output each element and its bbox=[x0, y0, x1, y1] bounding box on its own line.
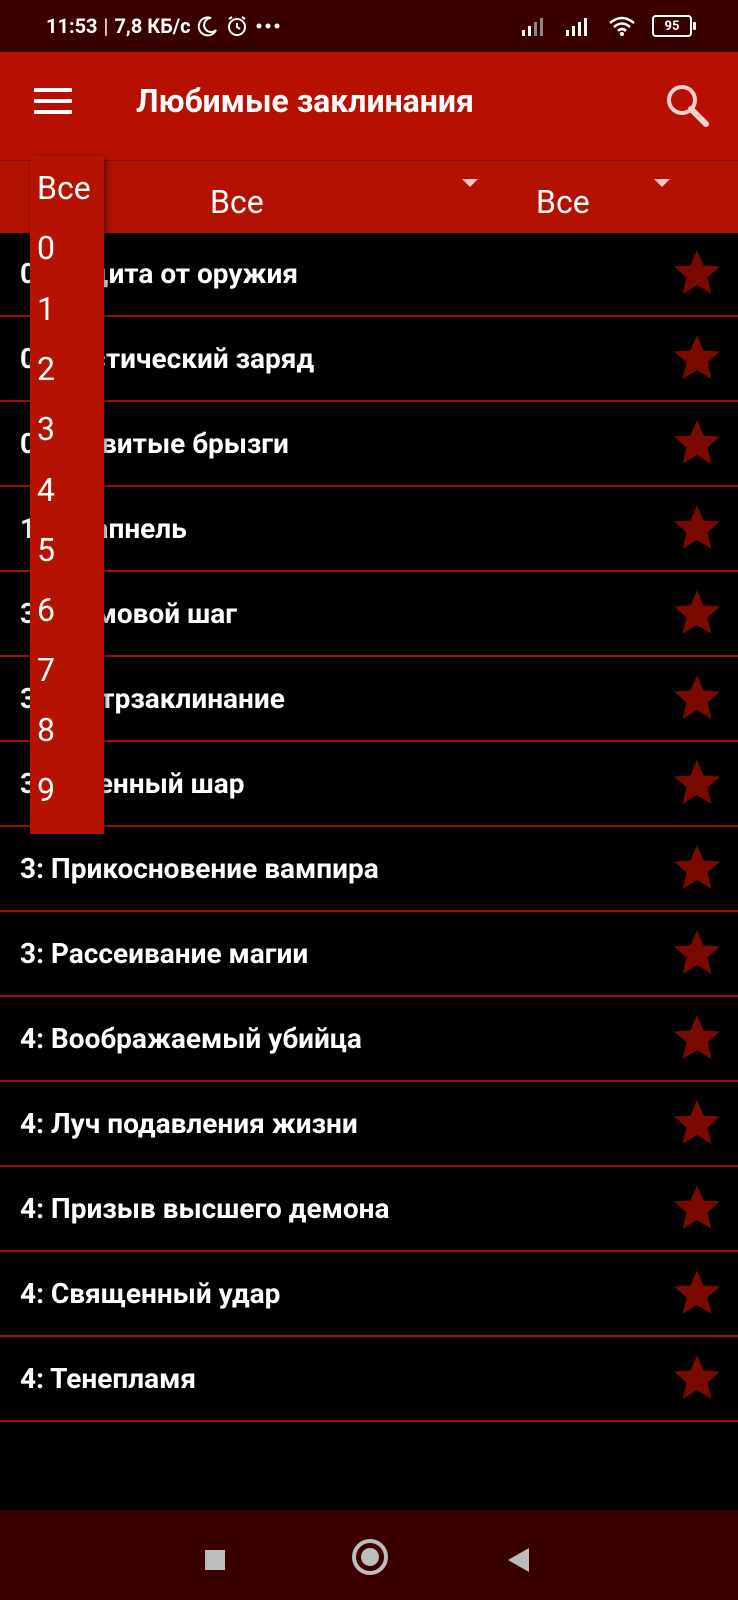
favorite-star-icon[interactable] bbox=[672, 1098, 722, 1148]
dropdown-option[interactable]: 3 bbox=[37, 409, 55, 449]
favorite-star-icon[interactable] bbox=[672, 333, 722, 383]
favorite-star-icon[interactable] bbox=[672, 503, 722, 553]
spell-name: 3: Прикосновение вампира bbox=[20, 852, 379, 885]
wifi-icon bbox=[609, 16, 635, 36]
status-bar: 11:53 | 7,8 КБ/с 95 bbox=[0, 0, 738, 52]
class-filter-spinner[interactable]: Все bbox=[536, 179, 670, 221]
spell-name: 3: Рассеивание магии bbox=[20, 937, 309, 970]
list-item[interactable]: 3: Огненный шар bbox=[0, 742, 738, 827]
favorite-star-icon[interactable] bbox=[672, 758, 722, 808]
alarm-icon bbox=[227, 16, 246, 36]
class-caret-icon bbox=[654, 179, 670, 187]
spell-name: 4: Луч подавления жизни bbox=[20, 1107, 358, 1140]
favorite-star-icon[interactable] bbox=[672, 1353, 722, 1403]
network-speed: 7,8 КБ/с bbox=[114, 14, 191, 38]
dropdown-option[interactable]: 6 bbox=[37, 590, 55, 630]
dropdown-option[interactable]: 2 bbox=[37, 349, 55, 389]
status-right: 95 bbox=[520, 15, 696, 37]
dropdown-option[interactable]: 8 bbox=[37, 710, 55, 750]
list-item[interactable]: 4: Тенепламя bbox=[0, 1337, 738, 1422]
list-item[interactable]: 3: Громовой шаг bbox=[0, 572, 738, 657]
recent-apps-button[interactable] bbox=[205, 1550, 225, 1570]
list-item[interactable]: 0: Защита от оружия bbox=[0, 232, 738, 317]
favorite-star-icon[interactable] bbox=[672, 588, 722, 638]
spell-name: 4: Воображаемый убийца bbox=[20, 1022, 362, 1055]
signal-icon-2 bbox=[566, 18, 587, 36]
list-item[interactable]: 0: Ядовитые брызги bbox=[0, 402, 738, 487]
class-filter-value: Все bbox=[536, 183, 590, 221]
list-item[interactable]: 4: Священный удар bbox=[0, 1252, 738, 1337]
favorite-star-icon[interactable] bbox=[672, 1268, 722, 1318]
dropdown-option-all[interactable]: Все bbox=[37, 168, 91, 208]
dropdown-option[interactable]: 1 bbox=[37, 289, 55, 329]
spell-list: 0: Защита от оружия 0: Мистический заряд… bbox=[0, 232, 738, 1422]
favorite-star-icon[interactable] bbox=[672, 673, 722, 723]
favorite-star-icon[interactable] bbox=[672, 248, 722, 298]
dropdown-option[interactable]: 0 bbox=[37, 228, 55, 268]
dropdown-option[interactable]: 4 bbox=[37, 470, 55, 510]
dropdown-option[interactable]: 5 bbox=[37, 530, 55, 570]
list-item[interactable]: 3: Контрзаклинание bbox=[0, 657, 738, 742]
dropdown-option[interactable]: 9 bbox=[37, 770, 55, 810]
status-left: 11:53 | 7,8 КБ/с bbox=[46, 14, 281, 38]
favorite-star-icon[interactable] bbox=[672, 418, 722, 468]
list-item[interactable]: 1: Шрапнель bbox=[0, 487, 738, 572]
level-filter-spinner[interactable]: Все bbox=[210, 179, 478, 221]
list-item[interactable]: 3: Рассеивание магии bbox=[0, 912, 738, 997]
app-bar: Любимые заклинания bbox=[0, 52, 738, 160]
home-button[interactable] bbox=[352, 1539, 388, 1575]
hamburger-menu-icon[interactable] bbox=[34, 88, 72, 118]
moon-icon bbox=[197, 16, 217, 37]
list-item[interactable]: 3: Прикосновение вампира bbox=[0, 827, 738, 912]
level-caret-icon bbox=[462, 179, 478, 187]
status-separator: | bbox=[103, 14, 109, 38]
list-item[interactable]: 4: Призыв высшего демона bbox=[0, 1167, 738, 1252]
dropdown-option[interactable]: 7 bbox=[37, 650, 55, 690]
battery-icon: 95 bbox=[652, 15, 696, 37]
list-item[interactable]: 4: Воображаемый убийца bbox=[0, 997, 738, 1082]
level-dropdown-menu: Все 0 1 2 3 4 5 6 7 8 9 bbox=[30, 156, 104, 834]
spell-name: 4: Тенепламя bbox=[20, 1362, 197, 1395]
list-item[interactable]: 4: Луч подавления жизни bbox=[0, 1082, 738, 1167]
spell-name: 4: Призыв высшего демона bbox=[20, 1192, 390, 1225]
search-icon[interactable] bbox=[664, 82, 710, 128]
filter-bar: Все Все bbox=[0, 160, 738, 233]
favorite-star-icon[interactable] bbox=[672, 928, 722, 978]
page-title: Любимые заклинания bbox=[136, 82, 474, 120]
back-button[interactable] bbox=[508, 1548, 529, 1572]
more-notifications-icon bbox=[256, 23, 280, 29]
status-time: 11:53 bbox=[46, 14, 98, 38]
signal-icon-1 bbox=[522, 18, 543, 36]
level-filter-value: Все bbox=[210, 183, 264, 221]
favorite-star-icon[interactable] bbox=[672, 843, 722, 893]
favorite-star-icon[interactable] bbox=[672, 1183, 722, 1233]
battery-level: 95 bbox=[664, 18, 680, 34]
favorite-star-icon[interactable] bbox=[672, 1013, 722, 1063]
list-item[interactable]: 0: Мистический заряд bbox=[0, 317, 738, 402]
spell-name: 4: Священный удар bbox=[20, 1277, 281, 1310]
